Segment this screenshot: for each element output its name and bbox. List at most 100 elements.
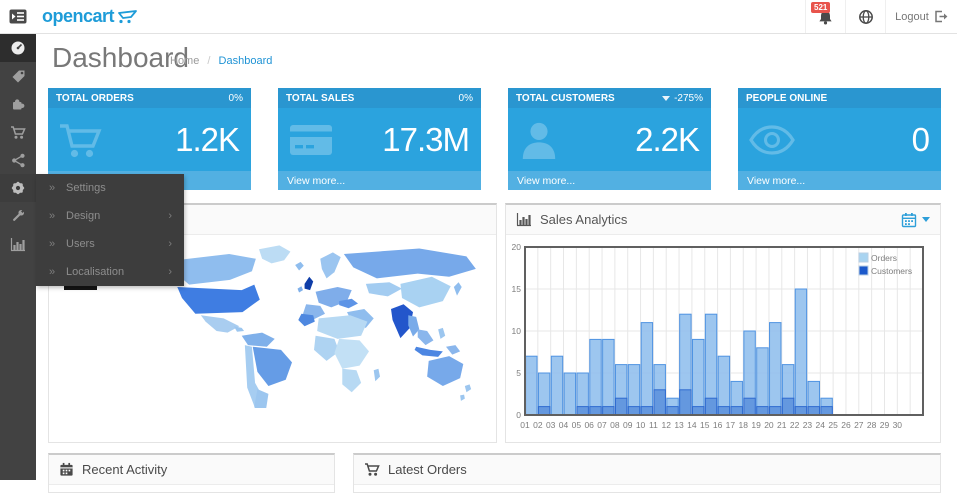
puzzle-icon: [10, 96, 26, 112]
svg-text:17: 17: [726, 420, 736, 430]
sidebar-item-catalog[interactable]: [0, 62, 36, 90]
tile-value: 0: [912, 121, 929, 159]
breadcrumb-current[interactable]: Dashboard: [219, 55, 273, 67]
view-more-link[interactable]: View more...: [278, 171, 481, 190]
svg-text:21: 21: [777, 420, 787, 430]
svg-text:09: 09: [623, 420, 633, 430]
svg-text:24: 24: [816, 420, 826, 430]
menu-toggle-icon: [9, 9, 27, 24]
flyout-item-localisation[interactable]: » Localisation ›: [36, 258, 184, 286]
svg-text:08: 08: [610, 420, 620, 430]
tile-title: PEOPLE ONLINE: [746, 93, 827, 104]
sidebar-item-system[interactable]: [0, 174, 36, 202]
svg-text:11: 11: [649, 420, 658, 430]
calendar-icon: [901, 212, 917, 228]
svg-text:5: 5: [516, 368, 521, 378]
tile-value: 2.2K: [635, 121, 699, 159]
chevron-right-icon: ›: [168, 258, 172, 286]
flyout-item-label: Localisation: [66, 266, 124, 278]
recent-activity-panel: Recent Activity: [48, 453, 335, 493]
eye-icon: [748, 124, 796, 156]
view-more-link[interactable]: View more...: [738, 171, 941, 190]
flyout-item-settings[interactable]: » Settings: [36, 174, 184, 202]
svg-text:23: 23: [803, 420, 813, 430]
logout-label: Logout: [895, 11, 929, 23]
svg-text:29: 29: [880, 420, 890, 430]
tile-total-customers: TOTAL CUSTOMERS -275% 2.2K View more...: [508, 88, 711, 190]
chevron-right-icon: ›: [168, 202, 172, 230]
sidebar-item-extensions[interactable]: [0, 90, 36, 118]
svg-text:22: 22: [790, 420, 800, 430]
sidebar-item-marketing[interactable]: [0, 146, 36, 174]
date-range-button[interactable]: [901, 212, 930, 228]
svg-text:02: 02: [533, 420, 543, 430]
svg-text:26: 26: [841, 420, 851, 430]
bar-chart-icon: [10, 237, 26, 252]
language-button[interactable]: [845, 0, 885, 33]
sidebar-item-tools[interactable]: [0, 202, 36, 230]
logout-icon: [934, 10, 948, 23]
latest-orders-panel: Latest Orders: [353, 453, 941, 493]
tile-value: 1.2K: [175, 121, 239, 159]
wrench-icon: [10, 208, 26, 224]
sales-analytics-panel: Sales Analytics 051015200102030405060708…: [505, 203, 941, 443]
tile-change: 0%: [229, 93, 243, 104]
flyout-item-design[interactable]: » Design ›: [36, 202, 184, 230]
svg-text:07: 07: [597, 420, 607, 430]
notification-badge: 521: [811, 2, 830, 13]
globe-icon: [858, 9, 874, 25]
sidebar-item-sales[interactable]: [0, 118, 36, 146]
svg-text:10: 10: [512, 326, 522, 336]
svg-text:01: 01: [520, 420, 530, 430]
tile-change: 0%: [459, 93, 473, 104]
svg-text:19: 19: [751, 420, 761, 430]
svg-text:27: 27: [854, 420, 864, 430]
svg-text:05: 05: [572, 420, 582, 430]
svg-text:10: 10: [636, 420, 646, 430]
tile-total-sales: TOTAL SALES 0% 17.3M View more...: [278, 88, 481, 190]
breadcrumb: Home / Dashboard: [170, 55, 272, 67]
svg-text:13: 13: [674, 420, 684, 430]
logout-button[interactable]: Logout: [885, 0, 957, 33]
breadcrumb-home-link[interactable]: Home: [170, 55, 199, 67]
tile-title: TOTAL SALES: [286, 93, 354, 104]
notifications-button[interactable]: 521: [805, 0, 845, 33]
chevron-right-icon: ›: [168, 230, 172, 258]
latest-orders-title: Latest Orders: [388, 462, 467, 477]
svg-text:03: 03: [546, 420, 556, 430]
menu-toggle-button[interactable]: [0, 0, 36, 33]
tile-title: TOTAL CUSTOMERS: [516, 93, 615, 104]
double-chevron-icon: »: [49, 258, 55, 286]
svg-text:25: 25: [828, 420, 838, 430]
double-chevron-icon: »: [49, 174, 55, 202]
calendar-icon: [59, 462, 74, 477]
svg-text:16: 16: [713, 420, 723, 430]
svg-text:28: 28: [867, 420, 877, 430]
flyout-item-users[interactable]: » Users ›: [36, 230, 184, 258]
sidebar-nav: [0, 34, 36, 480]
sidebar-item-dashboard[interactable]: [0, 34, 36, 62]
breadcrumb-separator: /: [207, 55, 210, 67]
svg-text:18: 18: [739, 420, 749, 430]
recent-activity-title: Recent Activity: [82, 462, 167, 477]
caret-down-icon: [662, 96, 670, 101]
system-flyout-menu: » Settings » Design › » Users › » Locali…: [36, 174, 184, 286]
cart-icon: [364, 462, 380, 477]
sidebar-item-reports[interactable]: [0, 230, 36, 258]
logo-text: opencart: [42, 6, 114, 27]
svg-text:15: 15: [512, 284, 522, 294]
top-header: opencart 521 Logout: [0, 0, 957, 34]
world-map[interactable]: [141, 243, 487, 408]
svg-text:30: 30: [893, 420, 903, 430]
svg-text:04: 04: [559, 420, 569, 430]
opencart-logo[interactable]: opencart: [42, 6, 140, 27]
svg-text:12: 12: [661, 420, 671, 430]
logo-cart-icon: [118, 10, 140, 24]
tile-title: TOTAL ORDERS: [56, 93, 134, 104]
svg-text:15: 15: [700, 420, 710, 430]
view-more-link[interactable]: View more...: [508, 171, 711, 190]
caret-down-icon: [922, 217, 930, 222]
svg-text:Orders: Orders: [871, 253, 897, 263]
gauge-icon: [10, 40, 26, 56]
tile-people-online: PEOPLE ONLINE 0 View more...: [738, 88, 941, 190]
